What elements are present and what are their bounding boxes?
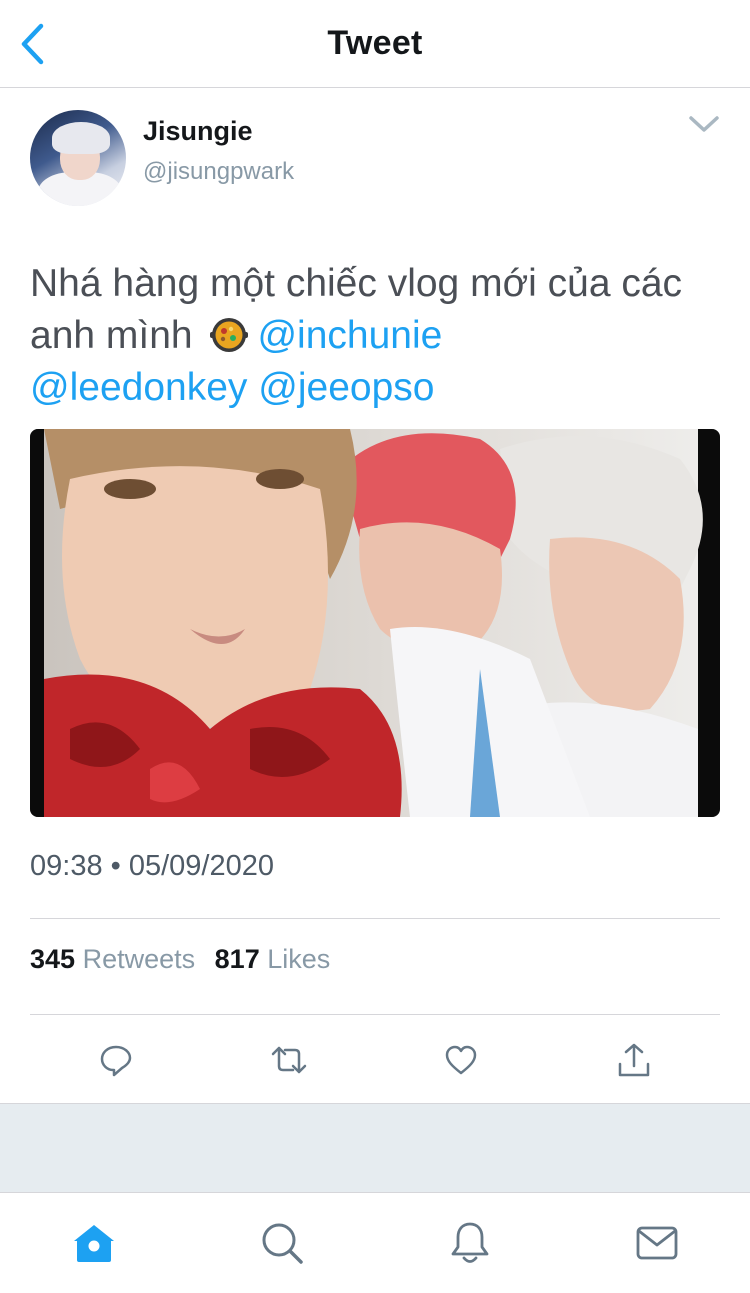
empty-replies-area: [0, 1103, 750, 1193]
retweets-label: Retweets: [82, 944, 196, 974]
tweet-media[interactable]: [30, 429, 720, 817]
tweet-author: Jisungie @jisungpwark: [30, 110, 720, 210]
author-handle[interactable]: @jisungpwark: [143, 158, 294, 186]
divider: [30, 1014, 720, 1015]
share-icon: [618, 1043, 650, 1077]
heart-icon: [445, 1045, 477, 1075]
like-button[interactable]: [431, 1030, 491, 1090]
avatar[interactable]: [30, 110, 126, 206]
home-icon: [74, 1225, 114, 1262]
likes-label: Likes: [267, 944, 331, 974]
tab-search[interactable]: [252, 1215, 312, 1271]
reply-button[interactable]: [86, 1030, 146, 1090]
chevron-down-icon: [689, 116, 719, 132]
paella-emoji: [210, 318, 249, 352]
tweet-timestamp: 09:38 • 05/09/2020: [30, 850, 274, 882]
tweet-text: Nhá hàng một chiếc vlog mới của các anh …: [30, 258, 730, 414]
share-button[interactable]: [604, 1030, 664, 1090]
bell-icon: [451, 1222, 489, 1263]
likes-count: 817: [214, 944, 260, 974]
navigation-bar: Tweet: [0, 0, 750, 88]
tweet-stats: 345 Retweets 817 Likes: [30, 944, 330, 975]
mention-link[interactable]: @jeeopso: [258, 366, 434, 409]
retweet-button[interactable]: [259, 1030, 319, 1090]
page-title: Tweet: [327, 24, 423, 62]
tab-messages[interactable]: [627, 1215, 687, 1271]
mention-link[interactable]: @leedonkey: [30, 366, 247, 409]
retweets-stat[interactable]: 345 Retweets: [30, 944, 195, 974]
retweets-count: 345: [30, 944, 76, 974]
media-image: [30, 429, 720, 817]
mail-icon: [636, 1226, 678, 1260]
tweet-detail-screen: Tweet Jisungie @jisungpwark Nhá hàng một…: [0, 0, 750, 1293]
reply-icon: [100, 1045, 132, 1077]
mention-link[interactable]: @inchunie: [257, 314, 442, 357]
divider: [30, 918, 720, 919]
tweet-actions: [30, 1030, 720, 1090]
bottom-tab-bar: [0, 1193, 750, 1293]
retweet-icon: [271, 1046, 307, 1074]
tab-notifications[interactable]: [440, 1215, 500, 1271]
search-icon: [262, 1223, 303, 1264]
likes-stat[interactable]: 817 Likes: [215, 944, 331, 974]
tweet-menu-button[interactable]: [688, 114, 720, 138]
author-display-name[interactable]: Jisungie: [143, 116, 253, 147]
tab-home[interactable]: [64, 1215, 124, 1271]
